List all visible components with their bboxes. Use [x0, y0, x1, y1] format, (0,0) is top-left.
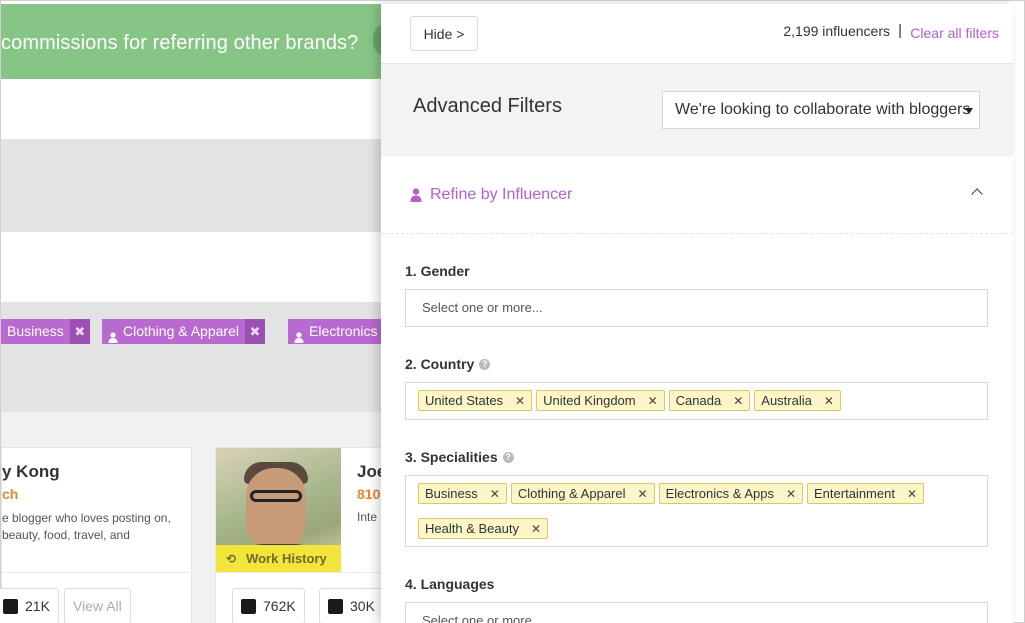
- panel-header: Advanced Filters We're looking to collab…: [381, 64, 1013, 157]
- languages-select[interactable]: Select one or more...: [405, 602, 988, 623]
- help-icon[interactable]: ?: [502, 451, 514, 463]
- chip-clothing-apparel: Clothing & Apparel ✕: [510, 483, 655, 504]
- dropdown-caret-icon: [965, 108, 973, 114]
- specialities-chips: Business ✕ Clothing & Apparel ✕ Electronic…: [406, 476, 987, 553]
- panel-title: Advanced Filters: [413, 95, 562, 117]
- remove-chip-icon[interactable]: ✕: [515, 394, 525, 408]
- remove-chip-icon[interactable]: ✕: [733, 394, 743, 408]
- chip-electronics-apps: Electronics & Apps ✕: [658, 483, 804, 504]
- divider: [2, 572, 193, 573]
- specialities-select[interactable]: Business ✕ Clothing & Apparel ✕ Electronic…: [405, 475, 988, 547]
- chevron-up-icon[interactable]: [971, 188, 983, 200]
- twitter-count: 21K: [25, 598, 50, 614]
- divider: [216, 572, 386, 573]
- remove-chip-icon[interactable]: ✕: [531, 522, 541, 536]
- remove-chip-icon[interactable]: ✕: [824, 394, 834, 408]
- active-tag-label: Business: [7, 323, 64, 339]
- clear-all-filters-link[interactable]: Clear all filters: [910, 25, 999, 41]
- influencer-count: 2,199 influencers: [783, 23, 890, 39]
- work-history-label: Work History: [246, 551, 327, 566]
- twitter-icon: [3, 598, 18, 614]
- refine-section-title: Refine by Influencer: [430, 186, 573, 203]
- collaboration-type-select[interactable]: We're looking to collaborate with blogge…: [662, 91, 980, 129]
- promo-banner: commissions for referring other brands?: [1, 4, 381, 79]
- promo-banner-text: commissions for referring other brands?: [1, 32, 359, 54]
- active-tag-label: Electronics: [309, 323, 378, 339]
- hide-panel-button[interactable]: Hide >: [410, 16, 478, 51]
- chip-australia: Australia ✕: [754, 390, 841, 411]
- languages-label: 4. Languages: [405, 576, 495, 592]
- influencer-card[interactable]: ⟲ Work History Joe 810 Inte 762K 30K: [215, 447, 386, 623]
- help-icon[interactable]: ?: [479, 358, 491, 370]
- gender-select[interactable]: Select one or more...: [405, 289, 988, 327]
- remove-tag-icon[interactable]: ✖: [69, 319, 90, 344]
- twitter-stat-button[interactable]: 21K: [0, 588, 59, 623]
- work-history-badge[interactable]: ⟲ Work History: [216, 545, 341, 572]
- linkedin-icon: [328, 598, 343, 614]
- remove-chip-icon[interactable]: ✕: [490, 487, 500, 501]
- country-chips: United States ✕ United Kingdom ✕ Canada ✕ A…: [406, 383, 987, 425]
- twitter-stat-button[interactable]: 762K: [232, 588, 305, 623]
- twitter-icon: [241, 598, 256, 614]
- view-all-label: View All: [73, 598, 122, 614]
- view-all-button[interactable]: View All: [64, 588, 131, 623]
- chip-united-states: United States ✕: [418, 390, 533, 411]
- influencer-avatar: ⟲ Work History: [216, 448, 341, 572]
- influencer-card[interactable]: y Kong ch e blogger who loves posting on…: [0, 447, 193, 623]
- active-tag-clothing: Clothing & Apparel ✖: [102, 319, 265, 344]
- remove-tag-icon[interactable]: ✖: [244, 319, 265, 344]
- influencer-name: y Kong: [2, 462, 60, 481]
- influencer-description: e blogger who loves posting on, beauty, …: [2, 511, 171, 542]
- chip-business: Business ✕: [418, 483, 507, 504]
- advanced-filter-panel: Hide > 2,199 influencers | Clear all fil…: [381, 4, 1013, 623]
- chip-united-kingdom: United Kingdom ✕: [536, 390, 665, 411]
- active-tag-business: Business ✖: [1, 319, 90, 344]
- user-icon: [108, 326, 118, 343]
- chip-canada: Canada ✕: [668, 390, 751, 411]
- remove-chip-icon[interactable]: ✕: [648, 394, 658, 408]
- page-section: [1, 79, 381, 139]
- twitter-count: 762K: [263, 598, 296, 614]
- country-label: 2. Country ?: [405, 356, 491, 372]
- chip-entertainment: Entertainment ✕: [807, 483, 925, 504]
- user-icon: [410, 188, 422, 202]
- user-icon: [294, 326, 304, 343]
- active-tag-label: Clothing & Apparel: [123, 323, 239, 339]
- remove-chip-icon[interactable]: ✕: [786, 487, 796, 501]
- linkedin-stat-button[interactable]: 30K: [319, 588, 384, 623]
- linkedin-count: 30K: [350, 598, 375, 614]
- refine-influencer-section-toggle[interactable]: Refine by Influencer: [381, 157, 1013, 234]
- page-section: [1, 232, 381, 302]
- influencer-subtitle: 810: [357, 486, 381, 502]
- panel-toolbar: Hide > 2,199 influencers | Clear all fil…: [381, 4, 1013, 64]
- remove-chip-icon[interactable]: ✕: [638, 487, 648, 501]
- separator: |: [898, 22, 902, 39]
- history-icon: ⟲: [226, 551, 237, 566]
- influencer-description: Inte: [357, 510, 378, 524]
- page-section-grey: [1, 139, 381, 232]
- gender-placeholder: Select one or more...: [422, 300, 543, 315]
- collaboration-type-value: We're looking to collaborate with blogge…: [675, 101, 971, 118]
- country-select[interactable]: United States ✕ United Kingdom ✕ Canada ✕ A…: [405, 382, 988, 420]
- chip-health-beauty: Health & Beauty ✕: [418, 518, 549, 539]
- languages-placeholder: Select one or more...: [422, 613, 543, 623]
- specialities-label: 3. Specialities ?: [405, 449, 514, 465]
- remove-chip-icon[interactable]: ✕: [907, 487, 917, 501]
- influencer-subtitle: ch: [2, 486, 19, 502]
- gender-label: 1. Gender: [405, 263, 470, 279]
- active-tag-electronics: Electronics: [288, 319, 381, 344]
